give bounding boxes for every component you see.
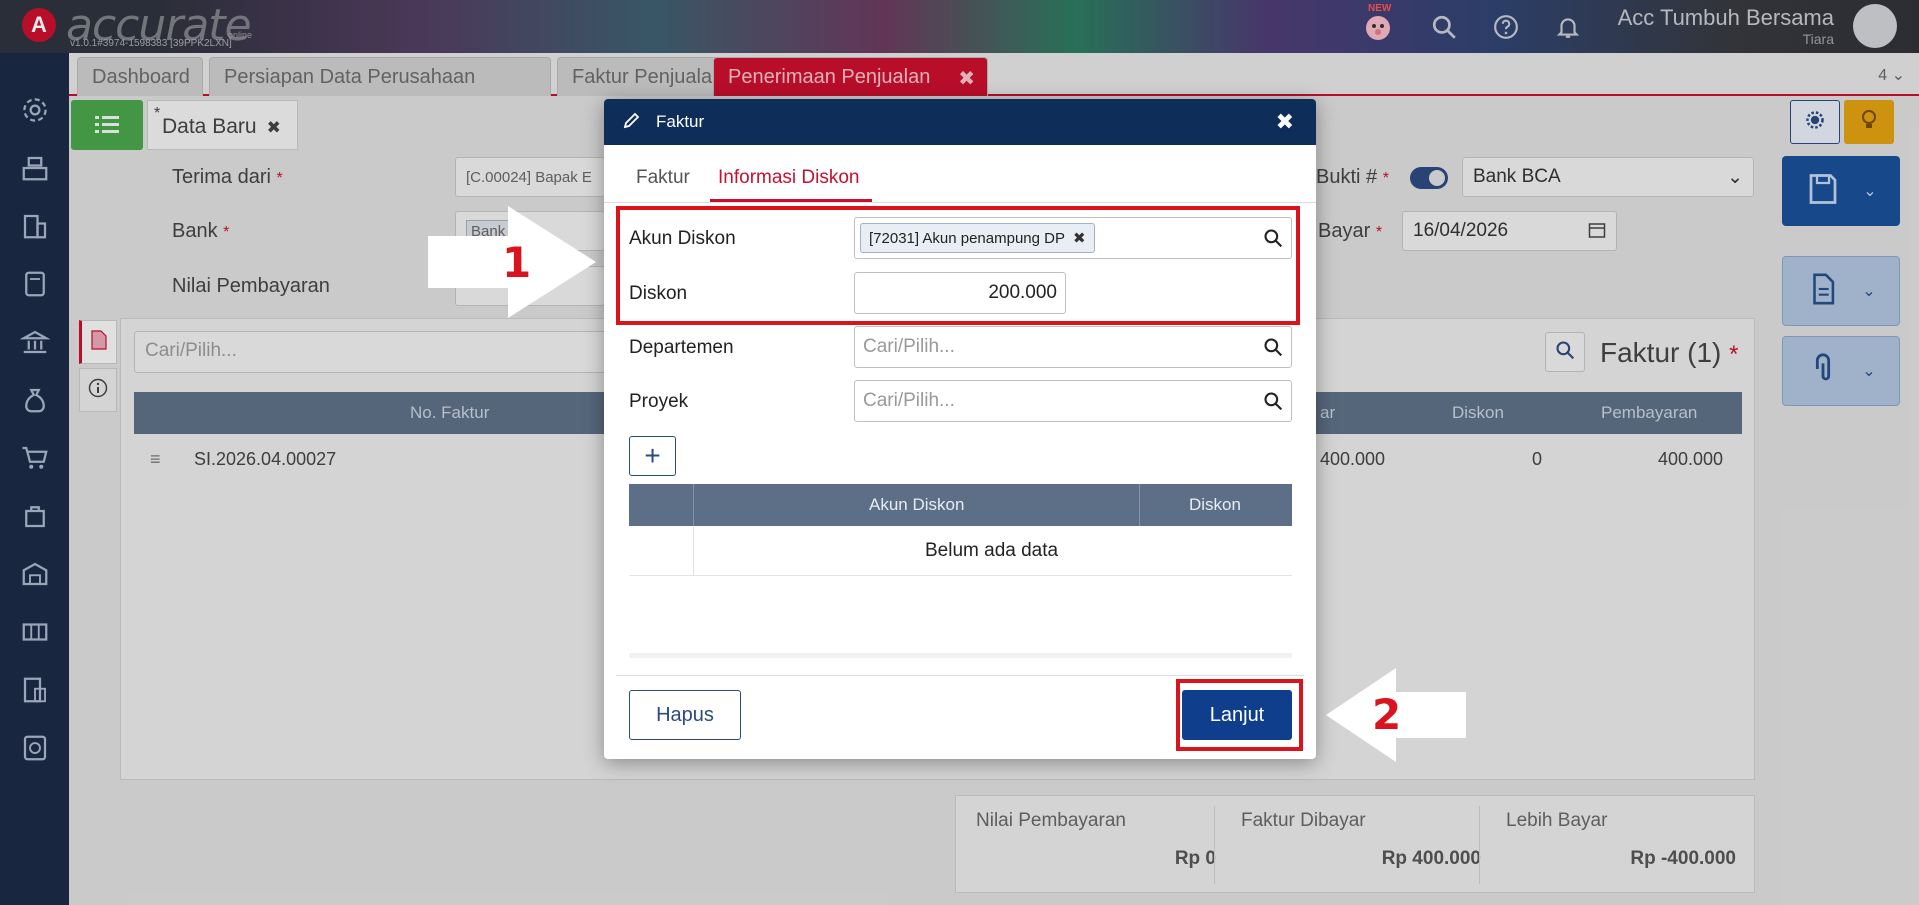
empty-area: [629, 576, 1292, 653]
departemen-input[interactable]: Cari/Pilih...: [854, 326, 1292, 368]
step-number-1: 1: [502, 238, 532, 287]
empty-row: Belum ada data: [629, 526, 1292, 576]
search-icon[interactable]: [1263, 391, 1283, 417]
tab-informasi-diskon[interactable]: Informasi Diskon: [710, 167, 872, 202]
step-number-2: 2: [1372, 690, 1402, 739]
hapus-button[interactable]: Hapus: [629, 690, 741, 740]
tab-faktur[interactable]: Faktur: [636, 167, 690, 199]
proyek-input[interactable]: Cari/Pilih...: [854, 380, 1292, 422]
dialog-divider: [616, 675, 1304, 676]
departemen-label: Departemen: [629, 337, 734, 358]
dialog-header: Faktur ✖: [604, 99, 1316, 145]
proyek-label: Proyek: [629, 391, 689, 412]
search-icon[interactable]: [1263, 337, 1283, 363]
close-icon[interactable]: ✖: [1276, 109, 1294, 135]
dialog-title: Faktur: [656, 112, 705, 131]
diskon-table: Akun Diskon Diskon Belum ada data: [629, 484, 1292, 658]
dialog-tabs: Faktur Informasi Diskon: [604, 145, 1316, 203]
diskon-table-header: Akun Diskon Diskon: [629, 484, 1292, 526]
highlight-box-1: [616, 206, 1300, 325]
faktur-dialog: Faktur ✖ Faktur Informasi Diskon Akun Di…: [604, 99, 1316, 759]
pencil-icon: [622, 110, 642, 135]
highlight-box-2: [1176, 679, 1303, 751]
add-row-button[interactable]: +: [629, 436, 676, 476]
